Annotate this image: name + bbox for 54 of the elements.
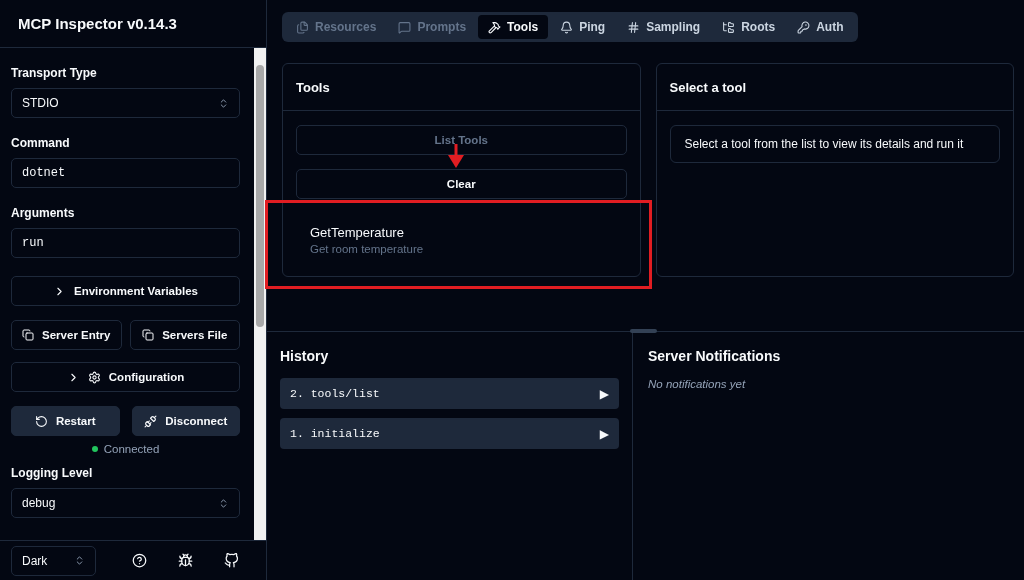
select-field[interactable]: debug: [11, 488, 240, 518]
copy-button[interactable]: Server Entry: [11, 320, 122, 350]
copy-icon: [142, 329, 155, 341]
section-title: History: [280, 348, 330, 364]
app-title: MCP Inspector v0.14.3: [18, 15, 177, 32]
key-icon: [797, 20, 811, 34]
history-item[interactable]: 1. initialize ▶: [280, 418, 619, 449]
select-field[interactable]: STDIO: [11, 88, 240, 118]
tool-description: Get room temperature: [310, 243, 425, 255]
tab[interactable]: Ping: [550, 15, 616, 39]
unplug-icon: [144, 414, 158, 428]
disconnect-button[interactable]: Disconnect: [131, 406, 240, 436]
panel-title: Tools: [296, 79, 330, 95]
tool-name[interactable]: GetTemperature: [310, 225, 613, 240]
configuration-button[interactable]: Configuration: [11, 362, 240, 392]
settings-icon: [87, 370, 101, 384]
down-arrow: [447, 144, 465, 168]
resize-handle[interactable]: [630, 329, 657, 333]
hammer-icon: [488, 20, 502, 34]
input-field[interactable]: run: [11, 228, 240, 258]
help-icon[interactable]: [131, 553, 147, 568]
connection-status: Connected: [103, 443, 160, 455]
tab[interactable]: Roots: [712, 15, 786, 39]
section-title: Server Notifications: [648, 348, 782, 364]
chevrons-icon: [218, 97, 229, 109]
chevrons-icon: [218, 497, 229, 509]
info-message: Select a tool from the list to view its details and run it: [669, 125, 1000, 163]
tab[interactable]: Tools: [478, 15, 549, 39]
theme-select[interactable]: Dark: [11, 545, 96, 576]
clear-button[interactable]: Clear: [296, 169, 627, 199]
restart-icon: [34, 414, 48, 428]
bell-icon: [560, 20, 574, 34]
github-icon[interactable]: [224, 553, 240, 568]
scrollbar[interactable]: [254, 48, 266, 540]
history-item[interactable]: 2. tools/list ▶: [280, 378, 619, 409]
bug-icon[interactable]: [178, 553, 193, 568]
files-icon: [296, 20, 309, 34]
panel-title: Select a tool: [669, 79, 747, 95]
environment-variables-button[interactable]: Environment Variables: [11, 276, 240, 306]
chevrons-icon: [74, 555, 85, 566]
empty-message: No notifications yet: [648, 378, 747, 390]
tab[interactable]: Auth: [787, 15, 854, 39]
speech-bubble-icon: [398, 20, 412, 34]
folder-tree-icon: [722, 20, 736, 34]
input-field[interactable]: dotnet: [11, 158, 240, 188]
field-label: Transport Type: [11, 66, 98, 80]
copy-icon: [22, 329, 35, 341]
copy-button[interactable]: Servers File: [129, 320, 240, 350]
field-label: Command: [11, 136, 71, 150]
field-label: Arguments: [11, 206, 76, 220]
hash-icon: [627, 20, 641, 34]
restart-button[interactable]: Restart: [11, 406, 120, 436]
field-label: Logging Level: [11, 466, 94, 480]
tab[interactable]: Sampling: [617, 15, 711, 39]
